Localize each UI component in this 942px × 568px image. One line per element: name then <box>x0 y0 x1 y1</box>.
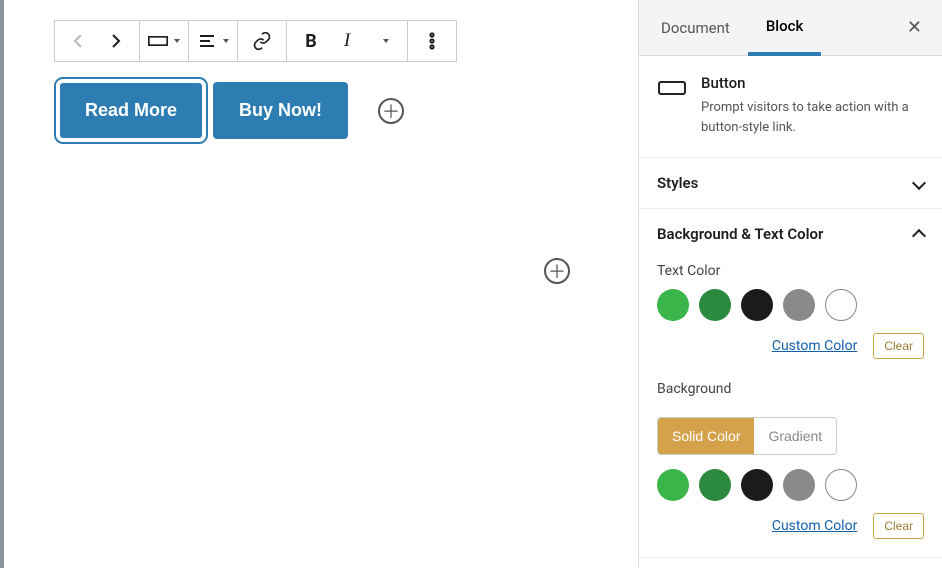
gradient-tab[interactable]: Gradient <box>754 418 836 454</box>
italic-button[interactable]: I <box>329 23 365 59</box>
button-block-icon <box>657 76 687 100</box>
swatch-gray[interactable] <box>783 469 815 501</box>
block-card-title: Button <box>701 74 924 92</box>
close-sidebar[interactable]: ✕ <box>891 17 938 38</box>
block-more-menu[interactable] <box>414 23 450 59</box>
text-color-clear[interactable]: Clear <box>873 333 924 359</box>
swatch-black[interactable] <box>741 289 773 321</box>
button-read-more[interactable]: Read More <box>59 82 203 139</box>
button-text: Read More <box>85 100 177 120</box>
inline-inserter[interactable]: ＋ <box>378 98 404 124</box>
swatch-white[interactable] <box>825 289 857 321</box>
chevron-up-icon <box>912 229 926 243</box>
button-text: Buy Now! <box>239 100 322 120</box>
block-toolbar: B I <box>54 20 457 62</box>
solid-color-tab[interactable]: Solid Color <box>658 418 754 454</box>
bg-custom-color-link[interactable]: Custom Color <box>772 518 857 534</box>
block-card-desc: Prompt visitors to take action with a bu… <box>701 98 924 137</box>
tab-label: Block <box>766 17 803 35</box>
swatch-green[interactable] <box>657 469 689 501</box>
text-custom-color-link[interactable]: Custom Color <box>772 338 857 354</box>
tab-document[interactable]: Document <box>643 0 748 55</box>
background-label: Background <box>657 381 924 397</box>
panel-title: Background & Text Color <box>657 225 823 243</box>
swatch-dark-green[interactable] <box>699 289 731 321</box>
block-card: Button Prompt visitors to take action wi… <box>639 56 942 158</box>
panel-styles: Styles <box>639 158 942 209</box>
panel-title: Styles <box>657 174 698 192</box>
swatch-dark-green[interactable] <box>699 469 731 501</box>
tab-block[interactable]: Block <box>748 1 821 56</box>
background-type-segmented: Solid Color Gradient <box>657 417 837 455</box>
move-right-button[interactable] <box>97 23 133 59</box>
bg-color-swatches <box>657 469 924 501</box>
sidebar-tabs: Document Block ✕ <box>639 0 942 56</box>
move-left-button <box>61 23 97 59</box>
buttons-block[interactable]: Read More Buy Now! ＋ <box>59 82 598 139</box>
panel-styles-toggle[interactable]: Styles <box>639 158 942 208</box>
editor-canvas[interactable]: B I Read More Buy Now! ＋ ＋ <box>0 0 638 568</box>
link-button[interactable] <box>244 23 280 59</box>
settings-sidebar: Document Block ✕ Button Prompt visitors … <box>638 0 942 568</box>
bold-button[interactable]: B <box>293 23 329 59</box>
bg-color-clear[interactable]: Clear <box>873 513 924 539</box>
swatch-white[interactable] <box>825 469 857 501</box>
block-inserter[interactable]: ＋ <box>544 258 570 284</box>
text-color-swatches <box>657 289 924 321</box>
chevron-down-icon <box>912 176 926 190</box>
align-dropdown[interactable] <box>195 23 231 59</box>
panel-bg-text-color: Background & Text Color Text Color Custo… <box>639 209 942 558</box>
swatch-green[interactable] <box>657 289 689 321</box>
swatch-black[interactable] <box>741 469 773 501</box>
swatch-gray[interactable] <box>783 289 815 321</box>
more-text-dropdown[interactable] <box>365 23 401 59</box>
button-buy-now[interactable]: Buy Now! <box>213 82 348 139</box>
width-dropdown[interactable] <box>146 23 182 59</box>
panel-bgcolor-toggle[interactable]: Background & Text Color <box>639 209 942 259</box>
tab-label: Document <box>661 19 730 37</box>
text-color-label: Text Color <box>657 263 924 279</box>
